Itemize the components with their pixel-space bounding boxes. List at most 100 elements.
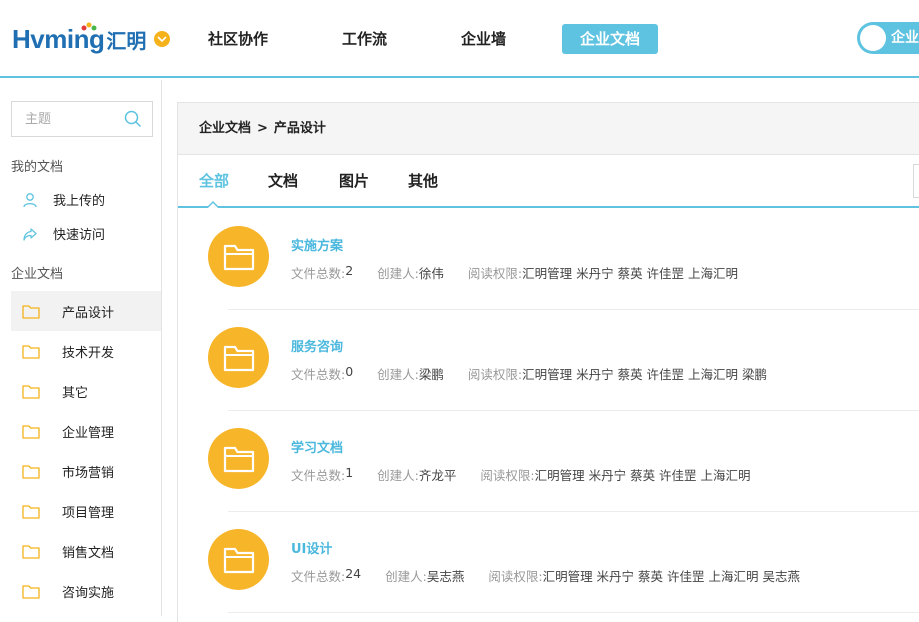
sidebar-item-quick-access[interactable]: 快速访问 bbox=[22, 224, 105, 243]
nav-enterprise-docs[interactable]: 企业文档 bbox=[562, 24, 659, 54]
admin-toggle[interactable]: 企业管 bbox=[857, 22, 919, 54]
main-nav: 社区协作 工作流 企业墙 企业文档 bbox=[190, 24, 696, 54]
sidebar-folder-label: 项目管理 bbox=[62, 505, 115, 521]
count-label: 文件总数: bbox=[291, 468, 346, 483]
count-value: 2 bbox=[345, 263, 354, 278]
logo-cn-text: 汇明 bbox=[106, 28, 147, 53]
user-icon bbox=[23, 192, 37, 207]
permission-value: 汇明管理 米丹宁 蔡英 许佳罡 上海汇明 梁鹏 bbox=[522, 367, 767, 382]
toggle-knob bbox=[860, 25, 886, 51]
folder-meta: 文件总数: 2 创建人: 徐伟 阅读权限: 汇明管理 米丹宁 蔡英 许佳罡 上海… bbox=[291, 263, 738, 282]
tab-images[interactable]: 图片 bbox=[339, 156, 369, 206]
list-item[interactable]: 实施方案 文件总数: 2 创建人: 徐伟 阅读权限: 汇明管理 米丹宁 蔡英 许… bbox=[178, 209, 919, 310]
creator-value: 吴志燕 bbox=[426, 569, 465, 584]
my-docs-title: 我的文档 bbox=[11, 160, 64, 175]
count-label: 文件总数: bbox=[291, 569, 346, 584]
count-value: 24 bbox=[345, 566, 362, 581]
sidebar-folder-product-design[interactable]: 产品设计 bbox=[11, 291, 161, 331]
active-tab-indicator-inner bbox=[208, 203, 218, 208]
creator-label: 创建人: bbox=[385, 569, 427, 584]
sidebar-folder-other[interactable]: 其它 bbox=[11, 371, 161, 411]
creator-value: 梁鹏 bbox=[418, 367, 444, 382]
count-value: 1 bbox=[345, 465, 354, 480]
sidebar-folder-label: 市场营销 bbox=[62, 465, 115, 481]
folder-icon bbox=[22, 464, 40, 479]
sidebar: 我的文档 我上传的 快速访问 企业文档 产品设计 技术开发 其它 企业管理 市场… bbox=[0, 80, 162, 616]
folder-meta: 文件总数: 24 创建人: 吴志燕 阅读权限: 汇明管理 米丹宁 蔡英 许佳罡 … bbox=[291, 566, 800, 585]
breadcrumb-root[interactable]: 企业文档 bbox=[199, 103, 251, 155]
tab-other[interactable]: 其他 bbox=[408, 156, 438, 206]
share-icon bbox=[23, 227, 37, 241]
breadcrumb-current: 产品设计 bbox=[273, 121, 326, 136]
list-item[interactable]: 服务咨询 文件总数: 0 创建人: 梁鹏 阅读权限: 汇明管理 米丹宁 蔡英 许… bbox=[178, 310, 919, 411]
permission-value: 汇明管理 米丹宁 蔡英 许佳罡 上海汇明 吴志燕 bbox=[542, 569, 800, 584]
folder-icon bbox=[22, 304, 40, 319]
nav-workflow[interactable]: 工作流 bbox=[324, 24, 405, 54]
folder-icon bbox=[22, 544, 40, 559]
breadcrumb: 企业文档 > 产品设计 bbox=[199, 103, 326, 155]
sidebar-item-label: 我上传的 bbox=[53, 194, 106, 209]
folder-icon bbox=[22, 424, 40, 439]
count-label: 文件总数: bbox=[291, 266, 346, 281]
sidebar-item-label: 快速访问 bbox=[53, 228, 106, 243]
creator-label: 创建人: bbox=[377, 367, 419, 382]
folder-meta: 文件总数: 0 创建人: 梁鹏 阅读权限: 汇明管理 米丹宁 蔡英 许佳罡 上海… bbox=[291, 364, 767, 383]
permission-label: 阅读权限: bbox=[488, 569, 543, 584]
main-panel: 企业文档 > 产品设计 全部 文档 图片 其他 实施方案 文件总数: 2 创建人… bbox=[177, 102, 919, 622]
permission-label: 阅读权限: bbox=[467, 367, 523, 382]
folder-name[interactable]: 实施方案 bbox=[291, 235, 343, 254]
sidebar-folder-tech-dev[interactable]: 技术开发 bbox=[11, 331, 161, 371]
nav-community[interactable]: 社区协作 bbox=[190, 24, 286, 54]
sidebar-folder-sales-docs[interactable]: 销售文档 bbox=[11, 531, 161, 571]
sidebar-folder-consulting[interactable]: 咨询实施 bbox=[11, 571, 161, 611]
folder-icon bbox=[22, 384, 40, 399]
filter-tabs: 全部 文档 图片 其他 bbox=[178, 156, 919, 208]
view-toggle-button[interactable] bbox=[913, 164, 919, 198]
sidebar-item-my-uploads[interactable]: 我上传的 bbox=[22, 190, 105, 209]
folder-icon bbox=[208, 327, 269, 388]
search-icon[interactable] bbox=[124, 110, 142, 128]
folder-icon bbox=[208, 226, 269, 287]
logo-leaf-icon bbox=[81, 22, 97, 31]
list-item[interactable]: 学习文档 文件总数: 1 创建人: 齐龙平 阅读权限: 汇明管理 米丹宁 蔡英 … bbox=[178, 411, 919, 512]
list-item[interactable]: UI设计 文件总数: 24 创建人: 吴志燕 阅读权限: 汇明管理 米丹宁 蔡英… bbox=[178, 512, 919, 613]
top-header: Hvming 汇明 社区协作 工作流 企业墙 企业文档 企业管 bbox=[0, 0, 919, 78]
folder-icon bbox=[22, 504, 40, 519]
search-input[interactable] bbox=[12, 102, 122, 136]
folder-icon bbox=[22, 344, 40, 359]
permission-value: 汇明管理 米丹宁 蔡英 许佳罡 上海汇明 bbox=[522, 266, 739, 281]
toggle-label: 企业管 bbox=[891, 30, 919, 46]
breadcrumb-separator: > bbox=[257, 121, 268, 136]
creator-value: 齐龙平 bbox=[418, 468, 457, 483]
breadcrumb-bar: 企业文档 > 产品设计 bbox=[178, 103, 919, 155]
chevron-down-icon[interactable] bbox=[154, 31, 171, 47]
folder-name[interactable]: UI设计 bbox=[291, 538, 332, 557]
sidebar-folder-label: 企业管理 bbox=[62, 425, 115, 441]
sidebar-folder-label: 其它 bbox=[62, 385, 89, 401]
creator-value: 徐伟 bbox=[418, 266, 444, 281]
enterprise-docs-title: 企业文档 bbox=[11, 267, 64, 282]
permission-value: 汇明管理 米丹宁 蔡英 许佳罡 上海汇明 bbox=[534, 468, 751, 483]
sidebar-folder-enterprise-mgmt[interactable]: 企业管理 bbox=[11, 411, 161, 451]
folder-meta: 文件总数: 1 创建人: 齐龙平 阅读权限: 汇明管理 米丹宁 蔡英 许佳罡 上… bbox=[291, 465, 751, 484]
tab-all[interactable]: 全部 bbox=[199, 156, 229, 206]
folder-name[interactable]: 服务咨询 bbox=[291, 336, 343, 355]
nav-enterprise-wall[interactable]: 企业墙 bbox=[443, 24, 524, 54]
folder-icon bbox=[208, 428, 269, 489]
permission-label: 阅读权限: bbox=[467, 266, 523, 281]
tab-documents[interactable]: 文档 bbox=[268, 156, 298, 206]
sidebar-folder-label: 咨询实施 bbox=[62, 585, 115, 601]
row-divider bbox=[228, 612, 919, 613]
folder-name[interactable]: 学习文档 bbox=[291, 437, 343, 456]
folder-icon bbox=[22, 584, 40, 599]
creator-label: 创建人: bbox=[377, 468, 419, 483]
creator-label: 创建人: bbox=[377, 266, 419, 281]
permission-label: 阅读权限: bbox=[480, 468, 535, 483]
sidebar-folder-label: 技术开发 bbox=[62, 345, 115, 361]
logo[interactable]: Hvming 汇明 bbox=[12, 22, 171, 56]
sidebar-folder-project-mgmt[interactable]: 项目管理 bbox=[11, 491, 161, 531]
search-box bbox=[11, 101, 153, 137]
folder-icon bbox=[208, 529, 269, 590]
sidebar-folder-marketing[interactable]: 市场营销 bbox=[11, 451, 161, 491]
count-label: 文件总数: bbox=[291, 367, 346, 382]
